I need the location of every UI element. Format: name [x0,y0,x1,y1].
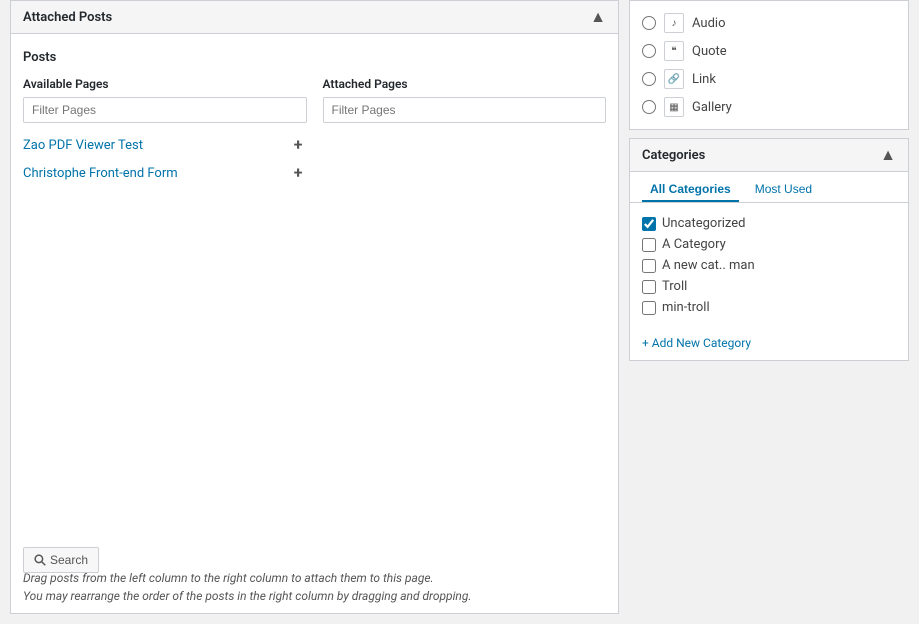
gallery-label: Gallery [692,100,732,115]
cat-tabs: All Categories Most Used [630,172,908,203]
list-item: A new cat.. man [642,255,896,276]
categories-title: Categories [642,148,705,163]
attached-pages-column: Attached Pages [323,77,607,187]
attached-posts-panel: Attached Posts ▲ Posts Available Pages Z… [10,0,619,614]
available-pages-list: Zao PDF Viewer Test + Christophe Front-e… [23,131,307,187]
category-checkbox-mintroll[interactable] [642,301,656,315]
add-page-icon-christophe[interactable]: + [290,163,307,183]
audio-radio[interactable] [642,16,656,30]
hint-text: Drag posts from the left column to the r… [23,569,606,605]
gallery-icon: ▦ [664,97,684,117]
quote-label: Quote [692,44,727,59]
panel-body: Posts Available Pages Zao PDF Viewer Tes… [11,34,618,215]
categories-header: Categories ▲ [630,139,908,172]
list-item: ♪ Audio [642,9,896,37]
tab-all-categories[interactable]: All Categories [642,178,739,202]
posts-label: Posts [23,50,606,65]
format-box: ♪ Audio ❝ Quote 🔗 Link ▦ Gallery [629,0,909,130]
category-label-anewcat: A new cat.. man [662,258,755,273]
tab-most-used[interactable]: Most Used [747,178,820,202]
category-checkbox-troll[interactable] [642,280,656,294]
attached-pages-label: Attached Pages [323,77,607,91]
available-pages-column: Available Pages Zao PDF Viewer Test + Ch… [23,77,307,187]
hint-line2: You may rearrange the order of the posts… [23,589,471,603]
page-link-zao[interactable]: Zao PDF Viewer Test [23,138,143,153]
list-item: Zao PDF Viewer Test + [23,131,307,159]
toggle-icon[interactable]: ▲ [590,9,606,25]
audio-label: Audio [692,16,725,31]
gallery-radio[interactable] [642,100,656,114]
category-label-mintroll: min-troll [662,300,710,315]
panel-title: Attached Posts [23,10,112,25]
category-label-uncategorized: Uncategorized [662,216,745,231]
attached-pages-filter[interactable] [323,97,607,123]
category-checkbox-anewcat[interactable] [642,259,656,273]
list-item: Christophe Front-end Form + [23,159,307,187]
list-item: min-troll [642,297,896,318]
list-item: ❝ Quote [642,37,896,65]
category-checkbox-acategory[interactable] [642,238,656,252]
link-label: Link [692,72,716,87]
category-checkbox-uncategorized[interactable] [642,217,656,231]
add-page-icon-zao[interactable]: + [290,135,307,155]
panel-header: Attached Posts ▲ [11,1,618,34]
category-label-acategory: A Category [662,237,726,252]
hint-line1: Drag posts from the left column to the r… [23,571,434,585]
categories-list: Uncategorized A Category A new cat.. man… [630,203,908,328]
list-item: 🔗 Link [642,65,896,93]
add-new-category-link[interactable]: + Add New Category [630,328,908,360]
quote-radio[interactable] [642,44,656,58]
available-pages-filter[interactable] [23,97,307,123]
link-radio[interactable] [642,72,656,86]
search-button-label: Search [50,553,88,567]
link-icon: 🔗 [664,69,684,89]
search-icon [34,554,46,566]
quote-icon: ❝ [664,41,684,61]
right-panel: ♪ Audio ❝ Quote 🔗 Link ▦ Gallery [629,0,909,614]
columns-row: Available Pages Zao PDF Viewer Test + Ch… [23,77,606,187]
categories-toggle-icon[interactable]: ▲ [880,147,896,163]
audio-icon: ♪ [664,13,684,33]
categories-box: Categories ▲ All Categories Most Used Un… [629,138,909,361]
list-item: A Category [642,234,896,255]
format-list: ♪ Audio ❝ Quote 🔗 Link ▦ Gallery [630,1,908,129]
list-item: ▦ Gallery [642,93,896,121]
category-label-troll: Troll [662,279,687,294]
list-item: Uncategorized [642,213,896,234]
available-pages-label: Available Pages [23,77,307,91]
page-link-christophe[interactable]: Christophe Front-end Form [23,166,178,181]
list-item: Troll [642,276,896,297]
